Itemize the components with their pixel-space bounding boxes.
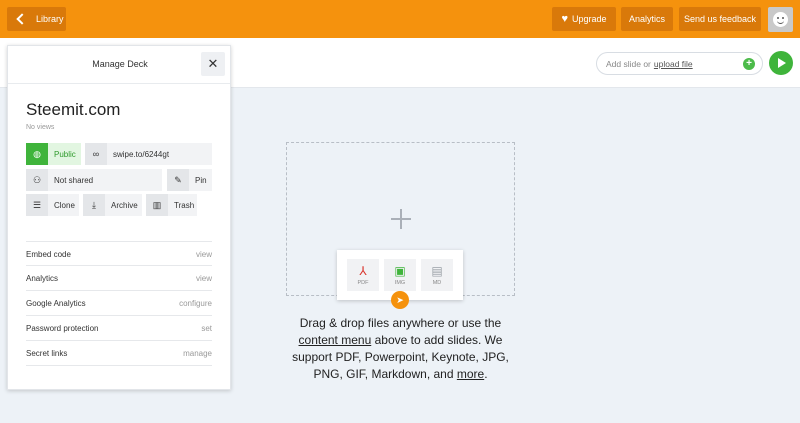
md-option[interactable]: ▤ MD: [421, 259, 453, 291]
panel-title: Manage Deck: [92, 59, 148, 69]
embed-code-row[interactable]: Embed code view: [26, 241, 212, 266]
clone-label: Clone: [54, 200, 75, 210]
analytics-row-label: Analytics: [26, 273, 59, 283]
play-icon: [778, 58, 786, 68]
close-icon[interactable]: ✕: [201, 52, 225, 76]
public-label: Public: [54, 149, 76, 159]
upload-file-link[interactable]: upload file: [654, 59, 693, 69]
secret-links-action[interactable]: manage: [183, 349, 212, 358]
drop-text-1: Drag & drop files anywhere or use the: [299, 316, 502, 330]
pdf-option[interactable]: ⅄ PDF: [347, 259, 379, 291]
password-protection-row[interactable]: Password protection set: [26, 315, 212, 340]
trash-button[interactable]: ▥ Trash: [146, 194, 197, 216]
archive-icon: ⤓: [83, 194, 105, 216]
analytics-label: Analytics: [628, 14, 665, 24]
google-analytics-label: Google Analytics: [26, 298, 86, 308]
add-slide-input[interactable]: Add slide or upload file +: [596, 52, 763, 75]
public-toggle[interactable]: ◍ Public: [26, 143, 81, 165]
trash-label: Trash: [174, 200, 195, 210]
divider: [26, 365, 212, 366]
feedback-button[interactable]: Send us feedback: [679, 7, 761, 31]
pin-icon: ✎: [167, 169, 189, 191]
sharing-button[interactable]: ⚇ Not shared: [26, 169, 162, 191]
archive-label: Archive: [111, 200, 138, 210]
pdf-label: PDF: [357, 279, 369, 286]
analytics-row-action[interactable]: view: [196, 274, 212, 283]
add-slide-text: Add slide or: [606, 58, 651, 69]
globe-icon: ◍: [26, 143, 48, 165]
chevron-left-icon: [16, 13, 28, 25]
secret-links-row[interactable]: Secret links manage: [26, 340, 212, 365]
embed-code-action[interactable]: view: [196, 250, 212, 259]
clone-button[interactable]: ☰ Clone: [26, 194, 79, 216]
google-analytics-action[interactable]: configure: [179, 299, 212, 308]
md-label: MD: [432, 279, 442, 286]
top-bar: Library ♥ Upgrade Analytics Send us feed…: [0, 0, 800, 38]
sharing-label: Not shared: [54, 175, 94, 185]
back-to-library-button[interactable]: Library: [7, 7, 66, 31]
content-menu-link[interactable]: content menu: [299, 333, 372, 347]
img-option[interactable]: ▣ IMG: [384, 259, 416, 291]
link-icon: ∞: [85, 143, 107, 165]
more-link[interactable]: more: [457, 367, 484, 381]
password-protection-action[interactable]: set: [201, 324, 212, 333]
analytics-button[interactable]: Analytics: [621, 7, 673, 31]
pin-label: Pin: [195, 175, 207, 185]
upgrade-label: Upgrade: [572, 14, 607, 24]
drop-text-3: .: [484, 367, 488, 381]
share-link-text: swipe.to/6244gt: [113, 149, 170, 159]
pin-button[interactable]: ✎ Pin: [167, 169, 212, 191]
drop-instructions: Drag & drop files anywhere or use the co…: [279, 315, 522, 383]
back-label: Library: [36, 14, 64, 24]
pdf-icon: ⅄: [359, 263, 367, 278]
panel-header: Manage Deck ✕: [8, 46, 230, 84]
heart-icon: ♥: [561, 12, 568, 25]
plus-icon[interactable]: [391, 209, 411, 229]
embed-code-label: Embed code: [26, 249, 71, 259]
password-protection-label: Password protection: [26, 323, 99, 333]
cursor-icon: ➤: [391, 291, 409, 309]
trash-icon: ▥: [146, 194, 168, 216]
views-count: No views: [26, 124, 55, 131]
layers-icon: ☰: [26, 194, 48, 216]
upgrade-button[interactable]: ♥ Upgrade: [552, 7, 616, 31]
share-link[interactable]: ∞ swipe.to/6244gt: [85, 143, 212, 165]
feedback-label: Send us feedback: [683, 14, 757, 24]
smiley-avatar-icon: [773, 12, 788, 27]
users-icon: ⚇: [26, 169, 48, 191]
add-plus-icon[interactable]: +: [743, 58, 755, 70]
markdown-icon: ▤: [431, 263, 443, 278]
manage-deck-panel: Manage Deck ✕ Steemit.com No views ◍ Pub…: [7, 45, 231, 390]
img-label: IMG: [394, 279, 406, 286]
image-icon: ▣: [394, 263, 406, 278]
secret-links-label: Secret links: [26, 348, 68, 358]
analytics-row[interactable]: Analytics view: [26, 265, 212, 290]
deck-title: Steemit.com: [26, 100, 121, 119]
archive-button[interactable]: ⤓ Archive: [83, 194, 142, 216]
avatar[interactable]: [768, 7, 793, 32]
play-button[interactable]: [769, 51, 793, 75]
google-analytics-row[interactable]: Google Analytics configure: [26, 290, 212, 315]
